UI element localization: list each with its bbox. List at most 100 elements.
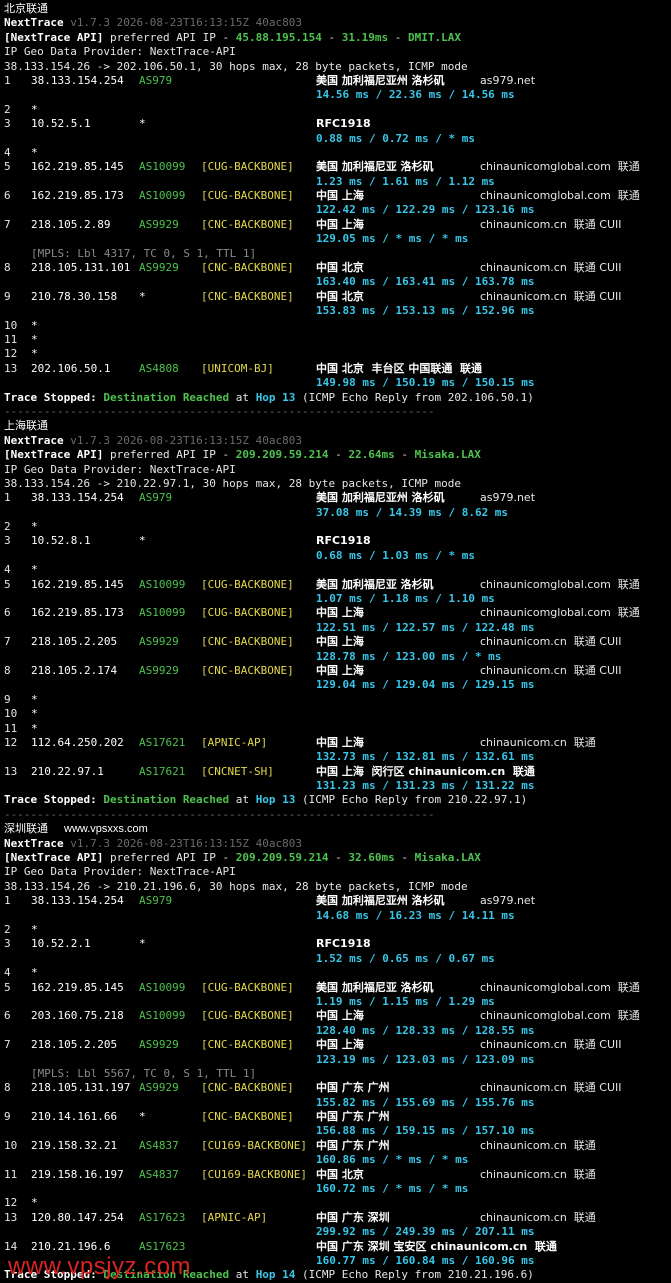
hop-ip: * [31, 102, 38, 116]
api-line: [NextTrace API] preferred API IP - 45.88… [4, 31, 671, 45]
section-title-text: 上海联通 [4, 419, 48, 433]
hop-number: 4 [4, 145, 11, 159]
hop-rtt: 299.92 ms / 249.39 ms / 207.11 ms [316, 1225, 535, 1239]
api-ip: 209.209.59.214 [235, 851, 329, 865]
hop-as: AS9929 [139, 217, 179, 231]
hop-ip: 210.14.161.66 [31, 1110, 118, 1124]
hop-number: 4 [4, 966, 11, 980]
hop-domain: chinaunicom.cn 联通 [480, 735, 596, 749]
hop-geo: 美国 加利福尼亚 洛杉矶 [316, 577, 434, 591]
hop-row: 4 * [4, 563, 671, 577]
section-title: 深圳联通 www.vpsxxs.com [4, 822, 671, 836]
hop-rtt: 122.51 ms / 122.57 ms / 122.48 ms [316, 620, 535, 634]
hop-row: 1 38.133.154.254 AS979 美国 加利福尼亚州 洛杉矶 as979.n… [4, 894, 671, 908]
hop-ip: 162.219.85.145 [31, 577, 124, 591]
hop-row: 12 112.64.250.202 AS17621 [APNIC-AP] 中国 上海 ch… [4, 736, 671, 750]
hop-ip: * [31, 520, 38, 534]
hop-rtt-line: 160.72 ms / * ms / * ms [4, 1182, 671, 1196]
hop-rtt: 149.98 ms / 150.19 ms / 150.15 ms [316, 376, 535, 390]
hop-rtt: 153.83 ms / 153.13 ms / 152.96 ms [316, 304, 535, 318]
mpls-line: [MPLS: Lbl 4317, TC 0, S 1, TTL 1] [4, 247, 671, 261]
hop-row: 13 202.106.50.1 AS4808 [UNICOM-BJ] 中国 北京 丰台区… [4, 362, 671, 376]
api-prefix: [NextTrace API] [4, 448, 104, 462]
hop-ip: 162.219.85.145 [31, 980, 124, 994]
hop-geo: 中国 上海 闵行区 chinaunicom.cn 联通 [316, 764, 535, 778]
section-title-text: 北京联通 [4, 2, 48, 15]
hop-geo: 中国 上海 [316, 635, 364, 649]
hop-geo: 美国 加利福尼亚 洛杉矶 [316, 980, 434, 994]
hop-ip: * [31, 332, 38, 346]
hop-rtt: 128.78 ms / 123.00 ms / * ms [316, 649, 502, 663]
hop-as: * [139, 1110, 146, 1124]
hop-ip: * [31, 692, 38, 706]
hop-ip: * [31, 1196, 38, 1210]
hop-domain: chinaunicom.cn 联通 CUII [480, 261, 622, 275]
hop-rtt-line: 129.05 ms / * ms / * ms [4, 232, 671, 246]
hop-number: 14 [4, 1239, 18, 1253]
hop-row: 4 * [4, 146, 671, 160]
hop-rtt-line: 1.52 ms / 0.65 ms / 0.67 ms [4, 952, 671, 966]
hop-row: 12 * [4, 347, 671, 361]
geo-provider-line: IP Geo Data Provider: NextTrace-API [4, 865, 671, 879]
hop-row: 11 * [4, 333, 671, 347]
hop-rtt-line: 132.73 ms / 132.81 ms / 132.61 ms [4, 750, 671, 764]
hop-rtt: 129.05 ms / * ms / * ms [316, 232, 469, 246]
hop-rtt: 156.88 ms / 159.15 ms / 157.10 ms [316, 1124, 535, 1138]
hop-rtt: 129.04 ms / 129.04 ms / 129.15 ms [316, 678, 535, 692]
hop-rtt-line: 14.56 ms / 22.36 ms / 14.56 ms [4, 88, 671, 102]
hop-ip: 218.105.2.89 [31, 217, 111, 231]
hop-tag: [CUG-BACKBONE] [201, 980, 294, 994]
hop-tag: [CNC-BACKBONE] [201, 289, 294, 303]
hop-ip: * [31, 707, 38, 721]
hop-tag: [CNC-BACKBONE] [201, 1038, 294, 1052]
hop-rtt-line: 0.88 ms / 0.72 ms / * ms [4, 132, 671, 146]
api-dash2: - [388, 30, 408, 44]
version-meta: v1.7.3 2026-08-23T16:13:15Z 40ac803 [70, 433, 303, 447]
hop-ip: 203.160.75.218 [31, 1009, 124, 1023]
hop-geo: 中国 北京 [316, 289, 364, 303]
hop-ip: 162.219.85.145 [31, 160, 124, 174]
hop-number: 11 [4, 1167, 18, 1181]
hop-rtt: 0.68 ms / 1.03 ms / * ms [316, 548, 475, 562]
version-meta: v1.7.3 2026-08-23T16:13:15Z 40ac803 [70, 16, 303, 30]
hop-row: 13 120.80.147.254 AS17623 [APNIC-AP] 中国 广东 深… [4, 1211, 671, 1225]
api-ip: 209.209.59.214 [235, 448, 329, 462]
hop-geo: RFC1918 [316, 937, 371, 951]
hop-row: 11 219.158.16.197 AS4837 [CU169-BACKBONE] 中国… [4, 1168, 671, 1182]
hop-geo: 美国 加利福尼亚州 洛杉矶 [316, 894, 445, 908]
hop-ip: 210.22.97.1 [31, 764, 104, 778]
hop-number: 10 [4, 1138, 18, 1152]
hop-number: 7 [4, 1038, 11, 1052]
hop-number: 1 [4, 73, 11, 87]
hop-row: 8 218.105.131.101 AS9929 [CNC-BACKBONE] 中国 北… [4, 261, 671, 275]
hop-geo: 中国 北京 [316, 261, 364, 275]
hop-number: 2 [4, 923, 11, 936]
hop-rtt: 0.88 ms / 0.72 ms / * ms [316, 131, 475, 145]
stop-status: Destination Reached [103, 390, 230, 404]
hop-ip: * [31, 563, 38, 577]
hop-rtt: 163.40 ms / 163.41 ms / 163.78 ms [316, 275, 535, 289]
hop-as: * [139, 117, 146, 131]
hop-row: 5 162.219.85.145 AS10099 [CUG-BACKBONE] 美国 加… [4, 160, 671, 174]
hop-tag: [CNC-BACKBONE] [201, 1110, 294, 1124]
api-dash: - [328, 448, 349, 462]
hop-number: 8 [4, 1081, 11, 1095]
api-dash: - [321, 30, 342, 44]
hop-row: 11 * [4, 722, 671, 736]
hop-row: 8 218.105.131.197 AS9929 [CNC-BACKBONE] 中国 广… [4, 1081, 671, 1095]
hop-domain: chinaunicom.cn 联通 [480, 1167, 596, 1181]
hop-ip: * [31, 318, 38, 332]
hop-geo: 中国 广东 广州 [316, 1081, 390, 1095]
api-ms: 22.64ms [348, 448, 395, 462]
hop-rtt: 14.56 ms / 22.36 ms / 14.56 ms [316, 88, 515, 102]
stop-detail: (ICMP Echo Reply from 202.106.50.1) [295, 390, 534, 404]
hop-row: 7 218.105.2.205 AS9929 [CNC-BACKBONE] 中国 上海 c… [4, 1038, 671, 1052]
hop-rtt: 131.23 ms / 131.23 ms / 131.22 ms [316, 779, 535, 793]
hop-as: AS10099 [139, 606, 186, 620]
hop-rtt: 132.73 ms / 132.81 ms / 132.61 ms [316, 750, 535, 764]
api-ms: 31.19ms [341, 30, 389, 44]
hop-domain: as979.net [480, 73, 536, 87]
hop-row: 1 38.133.154.254 AS979 美国 加利福尼亚州 洛杉矶 as979.n… [4, 74, 671, 88]
hop-tag: [CNC-BACKBONE] [201, 635, 294, 649]
separator-line: ----------------------------------------… [4, 808, 671, 822]
